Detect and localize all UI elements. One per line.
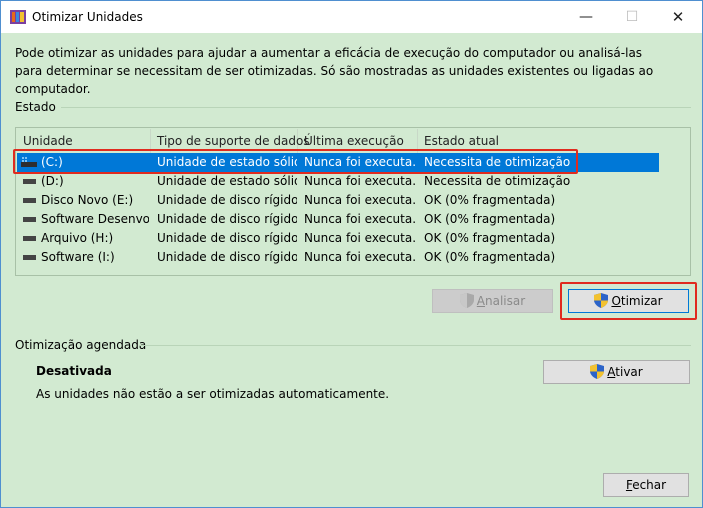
drive-last-run: Nunca foi executa... bbox=[304, 250, 417, 264]
drive-last-run: Nunca foi executa... bbox=[304, 212, 417, 226]
close-window-button[interactable]: ✕ bbox=[655, 1, 701, 33]
window-title: Otimizar Unidades bbox=[32, 10, 143, 24]
drive-row[interactable]: Software Desenvol... Unidade de disco rí… bbox=[17, 210, 659, 229]
close-label: echar bbox=[632, 478, 667, 492]
drive-icon bbox=[23, 217, 36, 222]
drive-media-type: Unidade de estado sólido bbox=[157, 174, 297, 188]
drive-row[interactable]: Disco Novo (E:) Unidade de disco rígido … bbox=[17, 191, 659, 210]
drive-icon bbox=[23, 198, 36, 203]
optimize-drives-window: Otimizar Unidades — ☐ ✕ Pode otimizar as… bbox=[0, 0, 703, 508]
drive-media-type: Unidade de disco rígido bbox=[157, 212, 297, 226]
drive-name: Software Desenvol... bbox=[41, 212, 149, 226]
analyze-button[interactable]: Analisar bbox=[432, 289, 553, 313]
drive-name: Software (I:) bbox=[41, 250, 115, 264]
drive-last-run: Nunca foi executa... bbox=[304, 174, 417, 188]
drive-media-type: Unidade de disco rígido bbox=[157, 250, 297, 264]
scheduled-divider bbox=[139, 345, 691, 346]
description-text: Pode otimizar as unidades para ajudar a … bbox=[15, 46, 654, 96]
drive-last-run: Nunca foi executa... bbox=[304, 231, 417, 245]
analyze-mnemonic: A bbox=[476, 294, 486, 308]
activate-button[interactable]: Ativar bbox=[543, 360, 690, 384]
app-icon bbox=[10, 10, 26, 24]
close-button[interactable]: Fechar bbox=[603, 473, 689, 497]
drive-state: Necessita de otimização bbox=[424, 174, 571, 188]
drive-last-run: Nunca foi executa... bbox=[304, 193, 417, 207]
drive-icon bbox=[23, 255, 36, 260]
drive-media-type: Unidade de disco rígido bbox=[157, 231, 297, 245]
schedule-status: Desativada bbox=[36, 364, 112, 378]
minimize-button[interactable]: — bbox=[563, 1, 609, 33]
drive-row[interactable]: (D:) Unidade de estado sólido Nunca foi … bbox=[17, 172, 659, 191]
drive-state: OK (0% fragmentada) bbox=[424, 250, 556, 264]
drive-name: (D:) bbox=[41, 174, 64, 188]
optimize-label: timizar bbox=[620, 294, 663, 308]
drive-state: OK (0% fragmentada) bbox=[424, 212, 556, 226]
uac-shield-icon bbox=[590, 364, 605, 379]
footer-area bbox=[1, 461, 702, 507]
drive-state: OK (0% fragmentada) bbox=[424, 231, 556, 245]
optimize-button[interactable]: Otimizar bbox=[568, 289, 689, 313]
drive-name: Disco Novo (E:) bbox=[41, 193, 134, 207]
drive-icon bbox=[23, 236, 36, 241]
schedule-detail: As unidades não estão a ser otimizadas a… bbox=[36, 387, 390, 401]
scheduled-section-label: Otimização agendada bbox=[15, 338, 147, 352]
uac-shield-icon bbox=[594, 293, 609, 308]
drive-row[interactable]: Software (I:) Unidade de disco rígido Nu… bbox=[17, 248, 659, 267]
activate-label: tivar bbox=[615, 365, 643, 379]
analyze-label: nalisar bbox=[485, 294, 526, 308]
maximize-button[interactable]: ☐ bbox=[609, 1, 655, 33]
drive-media-type: Unidade de disco rígido bbox=[157, 193, 297, 207]
selected-drive-highlight bbox=[13, 149, 578, 174]
status-divider bbox=[61, 107, 691, 108]
title-bar: Otimizar Unidades — ☐ ✕ bbox=[1, 1, 702, 33]
drive-row[interactable]: Arquivo (H:) Unidade de disco rígido Nun… bbox=[17, 229, 659, 248]
uac-shield-icon bbox=[459, 293, 474, 308]
drive-icon bbox=[23, 179, 36, 184]
drive-state: OK (0% fragmentada) bbox=[424, 193, 556, 207]
status-section-label: Estado bbox=[15, 100, 56, 114]
optimize-mnemonic: O bbox=[611, 294, 621, 308]
drive-name: Arquivo (H:) bbox=[41, 231, 114, 245]
